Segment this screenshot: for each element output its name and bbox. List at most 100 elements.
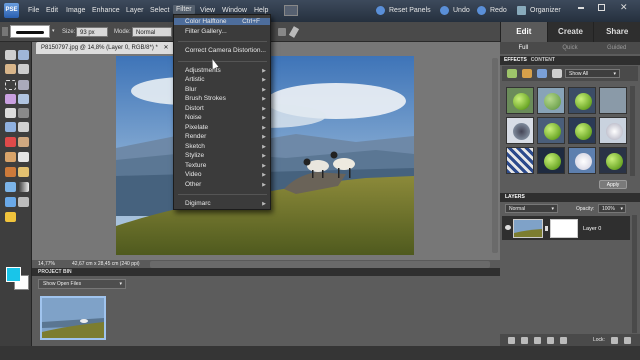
menu-item-blur[interactable]: Blur	[185, 86, 197, 93]
menu-item-noise[interactable]: Noise	[185, 114, 202, 121]
menu-view[interactable]: View	[200, 7, 215, 14]
move-tool-icon[interactable]	[5, 50, 16, 60]
layers-panel-header[interactable]: LAYERS	[500, 193, 640, 202]
effect-thumb[interactable]	[599, 147, 627, 174]
airbrush-icon[interactable]	[278, 28, 286, 36]
layer-styles-icon[interactable]	[522, 69, 532, 78]
close-document-icon[interactable]: ✕	[164, 45, 169, 51]
visibility-eye-icon[interactable]	[505, 225, 511, 230]
menu-file[interactable]: File	[28, 7, 39, 14]
effects-filter-select[interactable]: Show All ▾	[565, 69, 620, 78]
tab-guided[interactable]: Guided	[593, 42, 640, 54]
lock-transparency-icon[interactable]	[610, 336, 618, 344]
clone-stamp-tool-icon[interactable]	[5, 152, 16, 162]
menu-item-texture[interactable]: Texture	[185, 162, 206, 169]
effect-thumb[interactable]	[537, 117, 565, 144]
project-bin-select[interactable]: Show Open Files ▾	[38, 279, 126, 289]
tab-content[interactable]: CONTENT	[531, 56, 555, 65]
minimize-icon[interactable]	[578, 7, 584, 9]
menu-item-render[interactable]: Render	[185, 133, 206, 140]
brush-preset-picker[interactable]	[10, 25, 50, 38]
effect-thumb[interactable]	[506, 147, 534, 174]
new-layer-icon[interactable]	[508, 336, 515, 344]
lock-all-icon[interactable]	[623, 336, 631, 344]
smart-brush-tool-icon[interactable]	[18, 167, 29, 177]
zoom-tool-icon[interactable]	[18, 50, 29, 60]
lasso-tool-icon[interactable]	[18, 80, 29, 90]
effect-thumb[interactable]	[599, 117, 627, 144]
quick-selection-tool-icon[interactable]	[18, 94, 29, 104]
bin-thumbnail[interactable]	[40, 296, 106, 340]
effect-thumb[interactable]	[537, 147, 565, 174]
maximize-icon[interactable]	[598, 4, 605, 11]
effect-thumb[interactable]	[537, 87, 565, 114]
gradient-tool-icon[interactable]	[18, 182, 29, 192]
adjustment-layer-icon[interactable]	[534, 336, 541, 344]
menu-image[interactable]: Image	[66, 7, 85, 14]
brush-tool-icon[interactable]	[5, 167, 16, 177]
foreground-color-swatch[interactable]	[6, 267, 21, 282]
hand-tool-icon[interactable]	[5, 64, 16, 74]
menu-item-digimarc[interactable]: Digimarc	[185, 200, 211, 207]
marquee-tool-icon[interactable]	[5, 80, 16, 90]
tab-share[interactable]: Share	[593, 22, 640, 42]
menu-edit[interactable]: Edit	[46, 7, 58, 14]
brush-tool-icon[interactable]	[2, 27, 8, 36]
photo-effects-icon[interactable]	[537, 69, 547, 78]
menu-item-stylize[interactable]: Stylize	[185, 152, 204, 159]
crop-tool-icon[interactable]	[18, 108, 29, 118]
effect-thumb[interactable]	[599, 87, 627, 114]
document-tab[interactable]: P8150797.jpg @ 14,8% (Layer 0, RGB/8*) *…	[36, 42, 174, 54]
paint-bucket-tool-icon[interactable]	[5, 182, 16, 192]
layer-mask-icon[interactable]	[547, 336, 554, 344]
horizontal-scrollbar[interactable]	[150, 261, 490, 268]
layers-scrollbar[interactable]	[632, 215, 637, 333]
menu-enhance[interactable]: Enhance	[92, 7, 120, 14]
menu-filter[interactable]: Filter	[173, 5, 195, 14]
mode-select[interactable]: Normal	[132, 27, 172, 37]
type-tool-icon[interactable]	[5, 108, 16, 118]
effects-scrollbar[interactable]	[630, 86, 635, 176]
organizer-button[interactable]: Organizer	[517, 6, 561, 15]
sponge-tool-icon[interactable]	[5, 212, 16, 222]
size-field[interactable]: 93 px	[76, 27, 108, 37]
menu-item-distort[interactable]: Distort	[185, 105, 204, 112]
brush-settings-icon[interactable]	[288, 26, 300, 38]
red-eye-tool-icon[interactable]	[5, 137, 16, 147]
delete-layer-icon[interactable]	[560, 336, 567, 344]
magic-wand-tool-icon[interactable]	[5, 94, 16, 104]
layer-mask-thumbnail[interactable]	[550, 219, 578, 238]
eyedropper-tool-icon[interactable]	[18, 64, 29, 74]
undo-button[interactable]: Undo	[440, 6, 470, 15]
menu-item-filter-gallery[interactable]: Filter Gallery...	[185, 28, 227, 35]
layer-thumbnail[interactable]	[513, 219, 543, 238]
effect-thumb[interactable]	[506, 87, 534, 114]
menu-item-sketch[interactable]: Sketch	[185, 143, 205, 150]
eraser-tool-icon[interactable]	[18, 152, 29, 162]
shape-tool-icon[interactable]	[5, 197, 16, 207]
menu-item-brush-strokes[interactable]: Brush Strokes	[185, 95, 226, 102]
menu-help[interactable]: Help	[254, 7, 268, 14]
close-icon[interactable]: ✕	[620, 2, 628, 13]
filters-icon[interactable]	[507, 69, 517, 78]
brush-dropdown-icon[interactable]: ▾	[52, 28, 55, 34]
effect-thumb[interactable]	[568, 117, 596, 144]
menu-item-video[interactable]: Video	[185, 171, 202, 178]
new-group-icon[interactable]	[521, 336, 528, 344]
menu-layer[interactable]: Layer	[126, 7, 144, 14]
menu-item-pixelate[interactable]: Pixelate	[185, 124, 208, 131]
opacity-field[interactable]: 100% ▾	[598, 204, 626, 213]
tab-quick[interactable]: Quick	[547, 42, 594, 54]
project-bin-header[interactable]: PROJECT BIN	[32, 268, 500, 276]
vertical-scrollbar[interactable]	[492, 58, 498, 253]
tab-create[interactable]: Create	[546, 22, 594, 42]
effect-thumb[interactable]	[506, 117, 534, 144]
straighten-tool-icon[interactable]	[18, 122, 29, 132]
blur-tool-icon[interactable]	[18, 197, 29, 207]
menu-window[interactable]: Window	[222, 7, 247, 14]
menu-item-other[interactable]: Other	[185, 181, 201, 188]
redo-button[interactable]: Redo	[477, 6, 507, 15]
arrange-icon[interactable]	[284, 5, 298, 16]
tab-effects[interactable]: EFFECTS	[504, 56, 527, 65]
blend-mode-select[interactable]: Normal ▾	[505, 204, 558, 213]
